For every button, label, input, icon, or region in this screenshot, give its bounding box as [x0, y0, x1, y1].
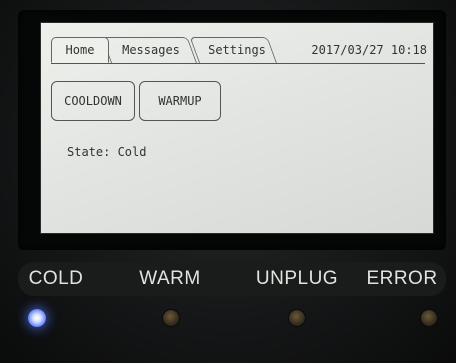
error-led-icon: [420, 309, 438, 327]
device-panel: Home Messages Settings 2017/03/27 10:18 …: [0, 0, 456, 363]
unplug-led-icon: [288, 309, 306, 327]
tab-messages[interactable]: Messages: [111, 37, 191, 63]
tab-home[interactable]: Home: [51, 37, 109, 63]
warm-led-icon: [162, 309, 180, 327]
indicator-label-warm: WARM: [139, 268, 201, 289]
tab-settings[interactable]: Settings: [201, 37, 273, 63]
warmup-button[interactable]: WARMUP: [139, 81, 221, 121]
datetime-display: 2017/03/27 10:18: [311, 43, 427, 57]
lcd-screen: Home Messages Settings 2017/03/27 10:18 …: [40, 22, 434, 234]
cold-led-icon: [28, 309, 46, 327]
state-text: State: Cold: [67, 145, 147, 159]
indicator-label-cold: COLD: [28, 268, 84, 289]
tab-baseline: [51, 63, 425, 64]
indicator-label-error: ERROR: [366, 268, 438, 289]
indicator-label-unplug: UNPLUG: [255, 268, 339, 289]
cooldown-button[interactable]: COOLDOWN: [51, 81, 135, 121]
